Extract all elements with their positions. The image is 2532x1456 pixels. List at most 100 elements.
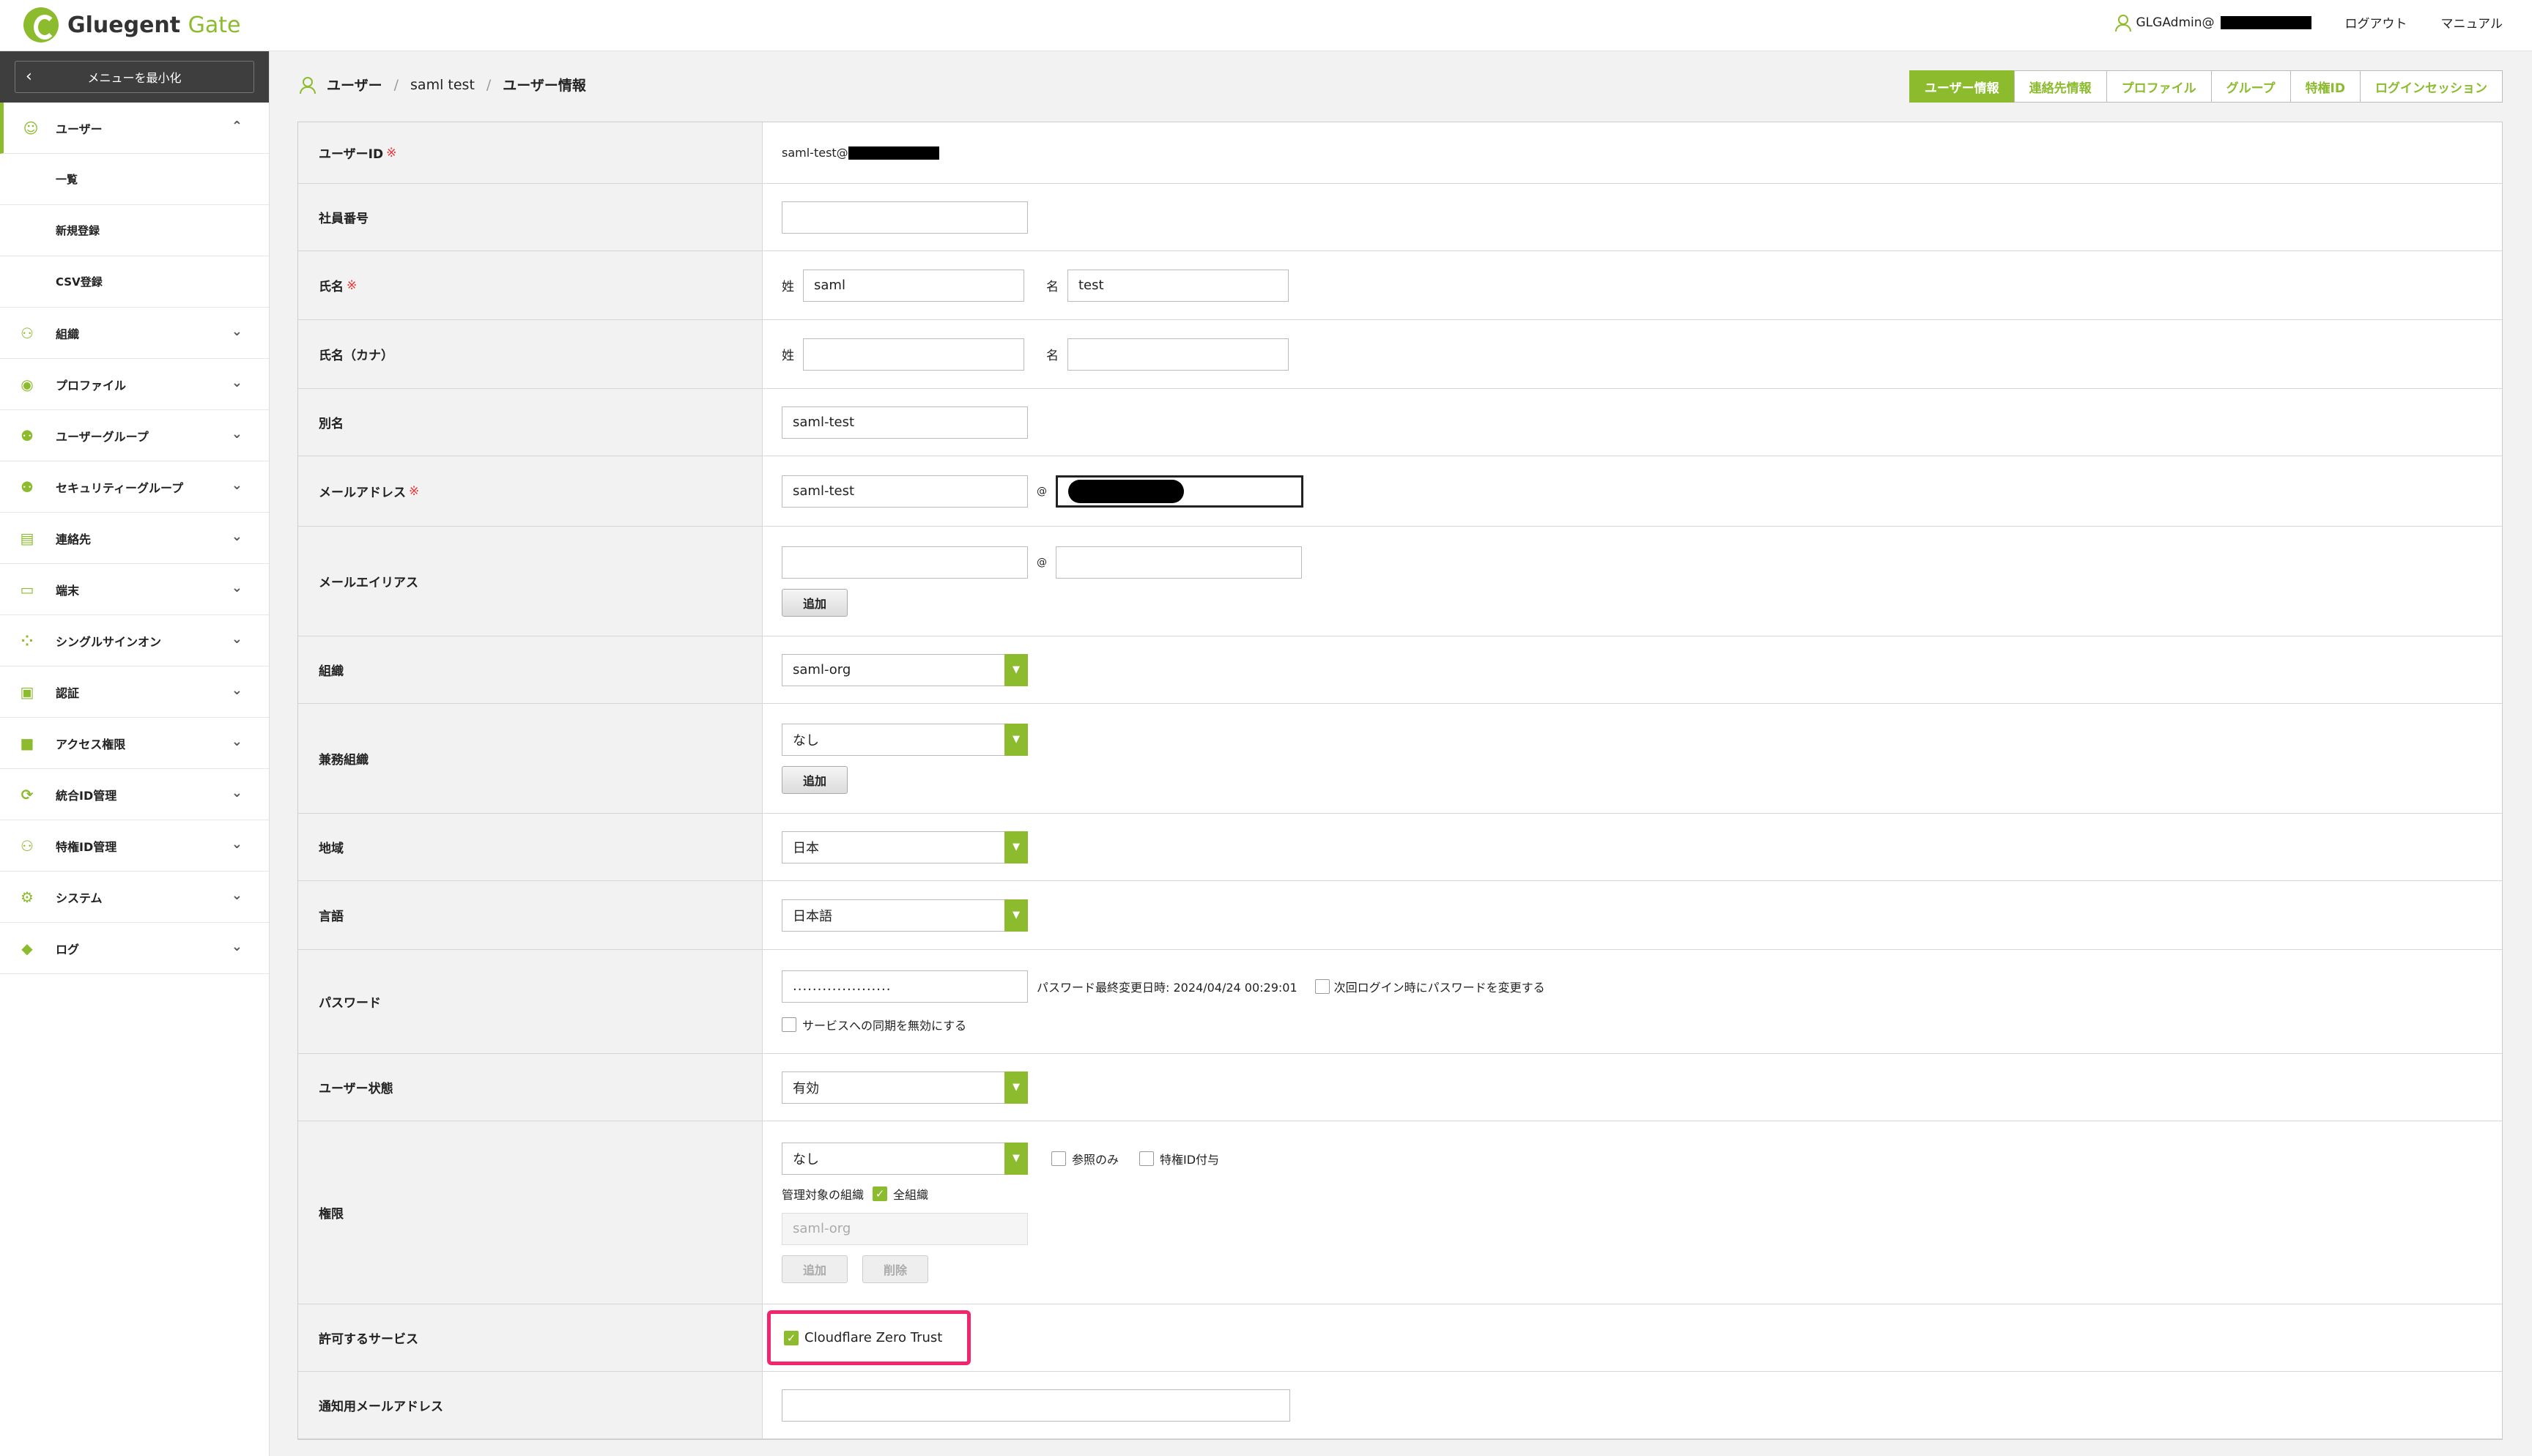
tab-group[interactable]: グループ (2210, 70, 2291, 103)
chevron-down-icon: ⌄ (231, 888, 243, 903)
row-user-id: ユーザーID ※ saml-test@ (298, 122, 2502, 184)
sidebar-item-org[interactable]: ⚇ 組織 ⌄ (0, 308, 269, 359)
sidebar-item-auth[interactable]: ▣ 認証 ⌄ (0, 666, 269, 718)
row-services: 許可するサービス ✓ Cloudflare Zero Trust (298, 1304, 2502, 1372)
sidebar-item-contacts[interactable]: ▤ 連絡先 ⌄ (0, 513, 269, 564)
service-checkbox[interactable]: ✓ (784, 1330, 799, 1345)
last-name-input[interactable]: saml (803, 269, 1024, 302)
delete-managed-org-button[interactable]: 削除 (862, 1255, 929, 1283)
row-status: ユーザー状態 有効 ▼ (298, 1054, 2502, 1121)
sso-icon: ⁘ (21, 632, 34, 650)
tab-profile[interactable]: プロファイル (2106, 70, 2212, 103)
sidebar-item-sso[interactable]: ⁘ シングルサインオン ⌄ (0, 615, 269, 666)
employee-no-input[interactable] (782, 201, 1028, 234)
dropdown-arrow-icon: ▼ (1004, 1071, 1028, 1104)
sidebar-item-privileged-id[interactable]: ⚇ 特権ID管理 ⌄ (0, 820, 269, 872)
sidebar-subitem-csv[interactable]: CSV登録 (0, 256, 269, 308)
permission-select[interactable]: なし ▼ (782, 1142, 1028, 1175)
sidebar-item-log[interactable]: ◆ ログ ⌄ (0, 923, 269, 974)
chevron-down-icon: ⌄ (231, 836, 243, 852)
row-concurrent-org: 兼務組織 なし ▼ 追加 (298, 704, 2502, 814)
logout-link[interactable]: ログアウト (2345, 13, 2407, 31)
sidebar-item-devices[interactable]: ▭ 端末 ⌄ (0, 564, 269, 615)
sidebar-item-users[interactable]: ☺ ユーザー ⌃ (0, 103, 269, 154)
sidebar-subitem-list[interactable]: 一覧 (0, 154, 269, 205)
sidebar-item-profile[interactable]: ◉ プロファイル ⌄ (0, 359, 269, 410)
service-name: Cloudflare Zero Trust (804, 1330, 943, 1345)
dropdown-arrow-icon: ▼ (1004, 1142, 1028, 1175)
region-select[interactable]: 日本 ▼ (782, 831, 1028, 863)
language-select[interactable]: 日本語 ▼ (782, 899, 1028, 932)
first-name-kana-input[interactable] (1067, 338, 1289, 371)
breadcrumb-users[interactable]: ユーザー (327, 75, 382, 94)
sidebar-item-integrated-id[interactable]: ⟳ 統合ID管理 ⌄ (0, 769, 269, 820)
last-name-kana-input[interactable] (803, 338, 1024, 371)
sidebar-item-system[interactable]: ⚙ システム ⌄ (0, 872, 269, 923)
tab-contact-info[interactable]: 連絡先情報 (2013, 70, 2107, 103)
person-icon: ☺ (23, 119, 39, 137)
managed-org-input[interactable]: saml-org (782, 1212, 1028, 1245)
brand-name: Gluegent (67, 12, 181, 38)
row-email: メールアドレス ※ saml-test @ (298, 456, 2502, 527)
disable-sync-checkbox[interactable] (782, 1017, 796, 1032)
service-highlight: ✓ Cloudflare Zero Trust (767, 1310, 971, 1365)
email-alias-domain-input[interactable] (1056, 546, 1302, 579)
profile-icon: ◉ (21, 376, 34, 393)
alias-input[interactable]: saml-test (782, 406, 1028, 439)
tab-bar: ユーザー情報 連絡先情報 プロファイル グループ 特権ID ログインセッション (1909, 70, 2503, 103)
org-select[interactable]: saml-org ▼ (782, 653, 1028, 686)
id-card-icon: ▣ (20, 683, 34, 701)
user-id-value: saml-test@ (782, 146, 848, 160)
chevron-down-icon: ⌄ (231, 580, 243, 595)
notify-email-input[interactable] (782, 1389, 1290, 1422)
manual-link[interactable]: マニュアル (2441, 13, 2503, 31)
lock-icon: ■ (20, 735, 34, 752)
tab-privileged-id[interactable]: 特権ID (2289, 70, 2361, 103)
sidebar-item-user-group[interactable]: ⚉ ユーザーグループ ⌄ (0, 410, 269, 461)
user-group-icon: ⚉ (21, 427, 34, 445)
read-only-checkbox[interactable] (1051, 1151, 1066, 1166)
dropdown-arrow-icon: ▼ (1004, 653, 1028, 686)
status-select[interactable]: 有効 ▼ (782, 1071, 1028, 1104)
current-user[interactable]: GLGAdmin@ (2114, 14, 2311, 31)
chevron-down-icon: ⌄ (231, 478, 243, 493)
grant-privileged-id-checkbox[interactable] (1139, 1151, 1155, 1166)
tag-icon: ◆ (21, 940, 33, 957)
main-content: ユーザー / saml test / ユーザー情報 ユーザー情報 連絡先情報 プ… (270, 51, 2532, 1456)
tab-login-session[interactable]: ログインセッション (2360, 70, 2503, 103)
add-concurrent-org-button[interactable]: 追加 (782, 765, 848, 794)
contact-icon: ▤ (20, 530, 34, 547)
brand-logo[interactable]: Gluegent Gate (23, 7, 240, 42)
breadcrumb-user-name[interactable]: saml test (410, 77, 475, 93)
privileged-user-icon: ⚇ (21, 837, 34, 855)
all-orgs-checkbox[interactable]: ✓ (873, 1186, 888, 1201)
concurrent-org-select[interactable]: なし ▼ (782, 723, 1028, 756)
user-icon (299, 76, 316, 94)
add-email-alias-button[interactable]: 追加 (782, 588, 848, 617)
dropdown-arrow-icon: ▼ (1004, 899, 1028, 932)
chevron-down-icon: ⌄ (231, 683, 243, 698)
change-password-checkbox[interactable] (1314, 978, 1330, 994)
first-name-input[interactable]: test (1067, 269, 1289, 302)
chevron-down-icon: ⌄ (231, 426, 243, 442)
sidebar-item-access[interactable]: ■ アクセス権限 ⌄ (0, 718, 269, 769)
password-input[interactable]: .................... (782, 970, 1028, 1003)
email-domain-input[interactable] (1056, 475, 1303, 508)
sync-icon: ⟳ (21, 786, 34, 803)
row-permission: 権限 なし ▼ 参照のみ 特権ID付与 管理対象の組織 ✓ 全組織 saml-or… (298, 1121, 2502, 1304)
email-local-input[interactable]: saml-test (782, 475, 1028, 508)
add-managed-org-button[interactable]: 追加 (782, 1255, 848, 1283)
sidebar-subitem-new[interactable]: 新規登録 (0, 205, 269, 256)
redacted-domain (2220, 15, 2311, 29)
row-employee-no: 社員番号 (298, 184, 2502, 251)
minimize-menu-button[interactable]: ‹ メニューを最小化 (15, 61, 254, 93)
row-language: 言語 日本語 ▼ (298, 881, 2502, 950)
sidebar-item-security-group[interactable]: ⚉ セキュリティーグループ ⌄ (0, 461, 269, 513)
row-email-alias: メールエイリアス @ 追加 (298, 527, 2502, 636)
user-form: ユーザーID ※ saml-test@ 社員番号 氏名 ※ 姓 saml 名 tes… (297, 122, 2503, 1440)
row-password: パスワード .................... パスワード最終変更日時: … (298, 950, 2502, 1054)
email-alias-local-input[interactable] (782, 546, 1028, 579)
dropdown-arrow-icon: ▼ (1004, 831, 1028, 863)
tab-user-info[interactable]: ユーザー情報 (1909, 70, 2015, 103)
chevron-down-icon: ⌄ (231, 785, 243, 801)
